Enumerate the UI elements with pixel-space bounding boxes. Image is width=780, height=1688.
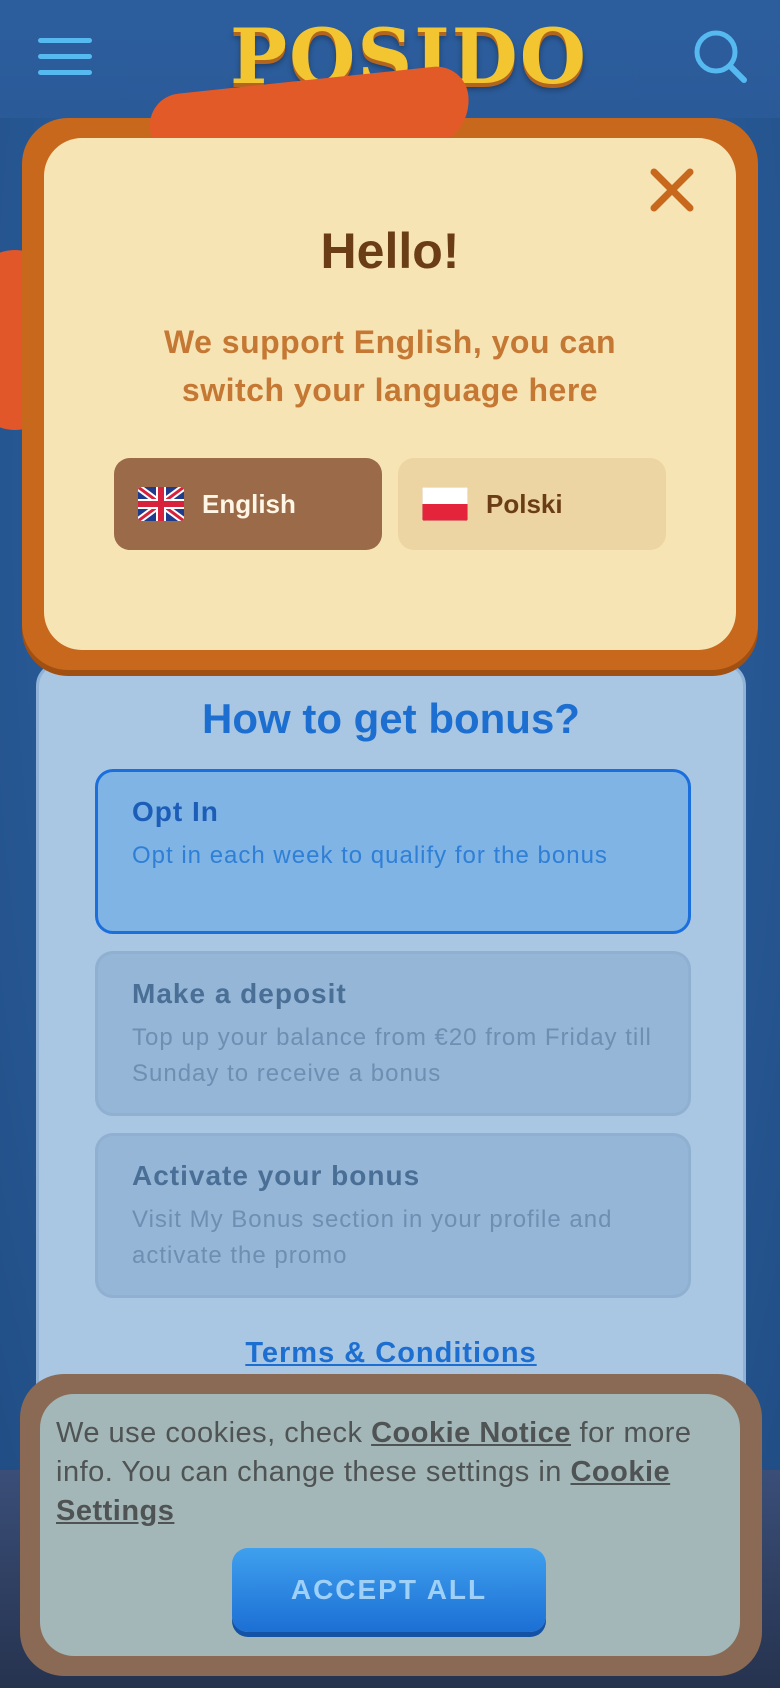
cookie-notice-link[interactable]: Cookie Notice: [371, 1417, 571, 1449]
cookie-message: We use cookies, check Cookie Notice for …: [56, 1414, 704, 1531]
step-activate-bonus[interactable]: Activate your bonus Visit My Bonus secti…: [95, 1133, 691, 1298]
cookie-banner: We use cookies, check Cookie Notice for …: [40, 1394, 740, 1656]
step-description: Visit My Bonus section in your profile a…: [132, 1206, 613, 1269]
language-label: Polski: [486, 488, 563, 519]
step-title: Make a deposit: [132, 978, 347, 1009]
modal-message: We support English, you can switch your …: [163, 324, 617, 408]
language-option-polski[interactable]: Polski: [398, 458, 666, 550]
close-icon[interactable]: [648, 166, 696, 214]
step-description: Opt in each week to qualify for the bonu…: [132, 842, 608, 869]
language-option-english[interactable]: English: [114, 458, 382, 550]
modal-title: Hello!: [320, 223, 460, 279]
step-make-deposit[interactable]: Make a deposit Top up your balance from …: [95, 951, 691, 1116]
step-description: Top up your balance from €20 from Friday…: [132, 1024, 652, 1087]
search-icon[interactable]: [692, 28, 748, 84]
cookie-text-part1: We use cookies, check: [56, 1417, 372, 1449]
language-label: English: [202, 488, 296, 519]
bonus-info-card: How to get bonus? Opt In Opt in each wee…: [36, 662, 746, 1422]
poland-flag-icon: [422, 487, 468, 521]
uk-flag-icon: [138, 487, 184, 521]
step-title: Opt In: [132, 796, 219, 827]
hamburger-menu-icon[interactable]: [38, 38, 92, 78]
step-title: Activate your bonus: [132, 1160, 421, 1191]
bonus-title: How to get bonus?: [202, 695, 580, 742]
language-modal: Hello! We support English, you can switc…: [44, 138, 736, 650]
step-opt-in[interactable]: Opt In Opt in each week to qualify for t…: [95, 769, 691, 934]
terms-conditions-link[interactable]: Terms & Conditions: [39, 1337, 743, 1370]
accept-all-button[interactable]: ACCEPT ALL: [232, 1548, 546, 1632]
